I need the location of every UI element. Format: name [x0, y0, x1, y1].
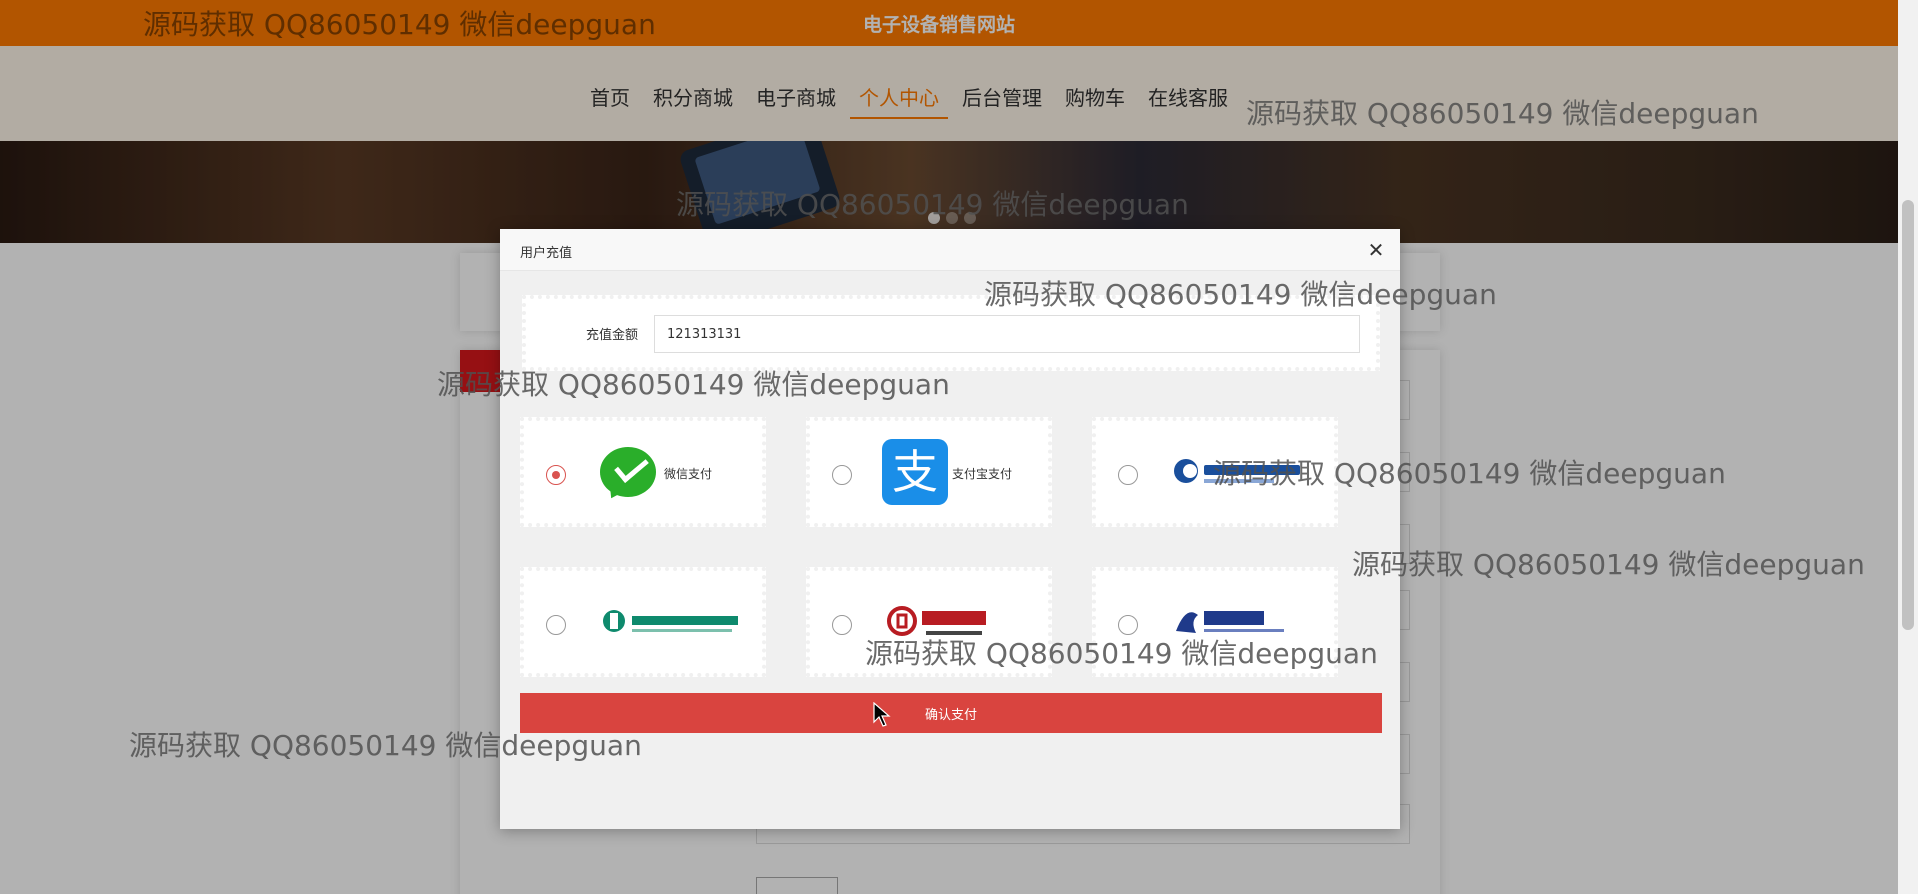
bank-of-china-logo — [887, 606, 986, 636]
modal-title: 用户充值 — [520, 246, 573, 261]
payment-option-boc[interactable] — [806, 567, 1052, 677]
radio-abc[interactable] — [546, 615, 566, 635]
payment-option-bocom[interactable] — [1092, 567, 1338, 677]
payment-option-ccb[interactable] — [1092, 417, 1338, 527]
confirm-payment-button[interactable]: 确认支付 — [520, 693, 1382, 733]
radio-bocom[interactable] — [1118, 615, 1138, 635]
payment-label-alipay: 支付宝支付 — [952, 467, 1013, 481]
radio-wechat[interactable] — [546, 465, 566, 485]
recharge-modal: 用户充值 ✕ 充值金额 微信支付 支 支付宝支付 — [500, 229, 1400, 829]
agricultural-bank-of-china-logo — [603, 610, 738, 632]
payment-label-wechat: 微信支付 — [664, 467, 713, 481]
modal-header: 用户充值 ✕ — [500, 229, 1400, 271]
radio-alipay[interactable] — [832, 465, 852, 485]
radio-boc[interactable] — [832, 615, 852, 635]
amount-section: 充值金额 — [522, 295, 1380, 371]
mouse-cursor-icon — [873, 702, 891, 727]
close-icon[interactable]: ✕ — [1364, 238, 1388, 262]
page-scrollbar[interactable] — [1898, 0, 1918, 894]
amount-input[interactable] — [654, 315, 1360, 353]
payment-option-alipay[interactable]: 支 支付宝支付 — [806, 417, 1052, 527]
china-construction-bank-logo — [1174, 459, 1300, 483]
radio-ccb[interactable] — [1118, 465, 1138, 485]
bank-of-communications-logo — [1176, 611, 1284, 633]
amount-label: 充值金额 — [586, 328, 639, 343]
alipay-icon: 支 — [882, 439, 948, 505]
payment-option-wechat[interactable]: 微信支付 — [520, 417, 766, 527]
scrollbar-thumb[interactable] — [1902, 200, 1914, 630]
payment-option-abc[interactable] — [520, 567, 766, 677]
